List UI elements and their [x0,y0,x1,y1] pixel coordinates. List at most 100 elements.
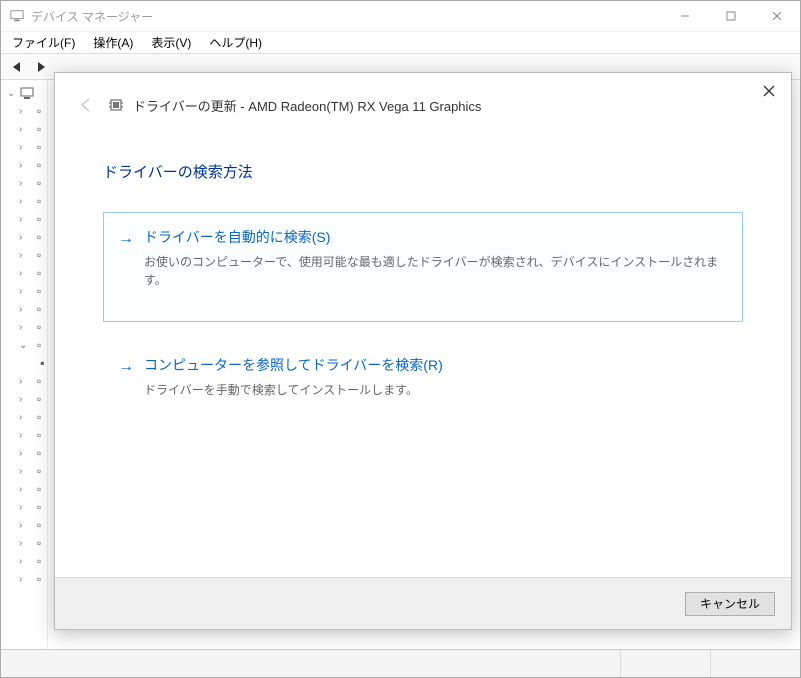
tree-node[interactable]: ›▫ [19,174,47,192]
device-category-icon: ▫ [31,157,47,173]
caret-right-icon: › [19,268,31,279]
device-category-icon: ▫ [31,265,47,281]
caret-down-icon: ⌄ [19,340,31,351]
device-category-icon: ▫ [31,229,47,245]
tree-node[interactable]: ›▫ [19,426,47,444]
dialog-heading: ドライバーの検索方法 [103,161,743,182]
arrow-right-icon: → [118,355,134,399]
device-category-icon: ▫ [31,319,47,335]
option-search-automatically[interactable]: → ドライバーを自動的に検索(S) お使いのコンピューターで、使用可能な最も適し… [103,212,743,322]
dialog-footer: キャンセル [55,577,791,629]
caret-right-icon: › [19,160,31,171]
caret-right-icon: › [19,484,31,495]
device-category-icon: ▫ [31,247,47,263]
tree-node[interactable]: ›▫ [19,498,47,516]
status-cell [710,650,800,677]
caret-right-icon: › [19,574,31,585]
display-adapter-icon: ▪ [38,355,47,371]
menubar: ファイル(F) 操作(A) 表示(V) ヘルプ(H) [1,32,800,54]
option-browse-computer[interactable]: → コンピューターを参照してドライバーを検索(R) ドライバーを手動で検索してイ… [103,340,743,408]
caret-right-icon: › [19,124,31,135]
caret-right-icon: › [19,556,31,567]
tree-node[interactable]: ›▫ [19,372,47,390]
menu-file[interactable]: ファイル(F) [5,32,82,53]
close-button[interactable] [754,1,800,31]
option-auto-desc: お使いのコンピューターで、使用可能な最も適したドライバーが検索され、デバイスにイ… [144,253,724,289]
caret-right-icon: › [19,412,31,423]
arrow-right-icon: → [118,227,134,307]
device-category-icon: ▫ [31,481,47,497]
device-category-icon: ▫ [31,175,47,191]
caret-right-icon: › [19,106,31,117]
device-category-icon: ▫ [31,499,47,515]
caret-right-icon: › [19,286,31,297]
device-category-icon: ▫ [31,409,47,425]
dialog-back-button[interactable] [75,94,97,116]
tree-node[interactable]: ›▫ [19,264,47,282]
cancel-button[interactable]: キャンセル [685,592,775,616]
option-auto-title: ドライバーを自動的に検索(S) [144,227,724,247]
device-category-icon: ▫ [31,121,47,137]
tree-node[interactable]: ›▫ [19,570,47,588]
maximize-button[interactable] [708,1,754,31]
device-category-icon: ▫ [31,427,47,443]
menu-action[interactable]: 操作(A) [86,32,140,53]
device-category-icon: ▫ [31,571,47,587]
tree-node-expanded[interactable]: ⌄▫ [19,336,47,354]
tree-node[interactable]: ›▫ [19,390,47,408]
device-category-icon: ▫ [31,553,47,569]
tree-root[interactable]: ⌄ [7,84,47,102]
device-category-icon: ▫ [31,535,47,551]
nav-forward-button[interactable] [31,56,53,78]
tree-leaf[interactable]: ▪ [31,354,47,372]
caret-right-icon: › [19,520,31,531]
caret-right-icon: › [19,502,31,513]
tree-node[interactable]: ›▫ [19,228,47,246]
tree-node[interactable]: ›▫ [19,516,47,534]
dialog-title-prefix: ドライバーの更新 - [133,99,248,114]
caret-right-icon: › [19,178,31,189]
device-tree[interactable]: ⌄ ›▫ ›▫ ›▫ ›▫ ›▫ ›▫ ›▫ ›▫ ›▫ ›▫ ›▫ ›▫ ›▫… [1,80,48,649]
caret-right-icon: › [19,448,31,459]
dialog-header: ドライバーの更新 - AMD Radeon(TM) RX Vega 11 Gra… [55,73,791,137]
caret-right-icon: › [19,322,31,333]
caret-right-icon: › [19,214,31,225]
device-category-icon: ▫ [31,193,47,209]
tree-node[interactable]: ›▫ [19,192,47,210]
window-title: デバイス マネージャー [31,8,662,25]
update-driver-dialog: ドライバーの更新 - AMD Radeon(TM) RX Vega 11 Gra… [54,72,792,630]
tree-node[interactable]: ›▫ [19,318,47,336]
tree-node[interactable]: ›▫ [19,210,47,228]
tree-node[interactable]: ›▫ [19,408,47,426]
device-category-icon: ▫ [31,463,47,479]
dialog-device-name: AMD Radeon(TM) RX Vega 11 Graphics [248,99,481,114]
device-category-icon: ▫ [31,337,47,353]
tree-node[interactable]: ›▫ [19,534,47,552]
dialog-body: ドライバーの検索方法 → ドライバーを自動的に検索(S) お使いのコンピューター… [55,137,791,577]
tree-node[interactable]: ›▫ [19,462,47,480]
tree-node[interactable]: ›▫ [19,102,47,120]
menu-view[interactable]: 表示(V) [144,32,198,53]
caret-right-icon: › [19,196,31,207]
tree-node[interactable]: ›▫ [19,138,47,156]
tree-node[interactable]: ›▫ [19,552,47,570]
nav-back-button[interactable] [7,56,29,78]
tree-node[interactable]: ›▫ [19,156,47,174]
tree-node[interactable]: ›▫ [19,480,47,498]
status-bar [1,649,800,677]
device-category-icon: ▫ [31,283,47,299]
caret-right-icon: › [19,394,31,405]
tree-node[interactable]: ›▫ [19,282,47,300]
computer-icon [19,85,35,101]
menu-help[interactable]: ヘルプ(H) [202,32,269,53]
caret-right-icon: › [19,430,31,441]
device-category-icon: ▫ [31,211,47,227]
tree-node[interactable]: ›▫ [19,300,47,318]
minimize-button[interactable] [662,1,708,31]
tree-node[interactable]: ›▫ [19,444,47,462]
tree-node[interactable]: ›▫ [19,246,47,264]
device-category-icon: ▫ [31,445,47,461]
caret-right-icon: › [19,304,31,315]
caret-down-icon: ⌄ [7,88,19,99]
tree-node[interactable]: ›▫ [19,120,47,138]
